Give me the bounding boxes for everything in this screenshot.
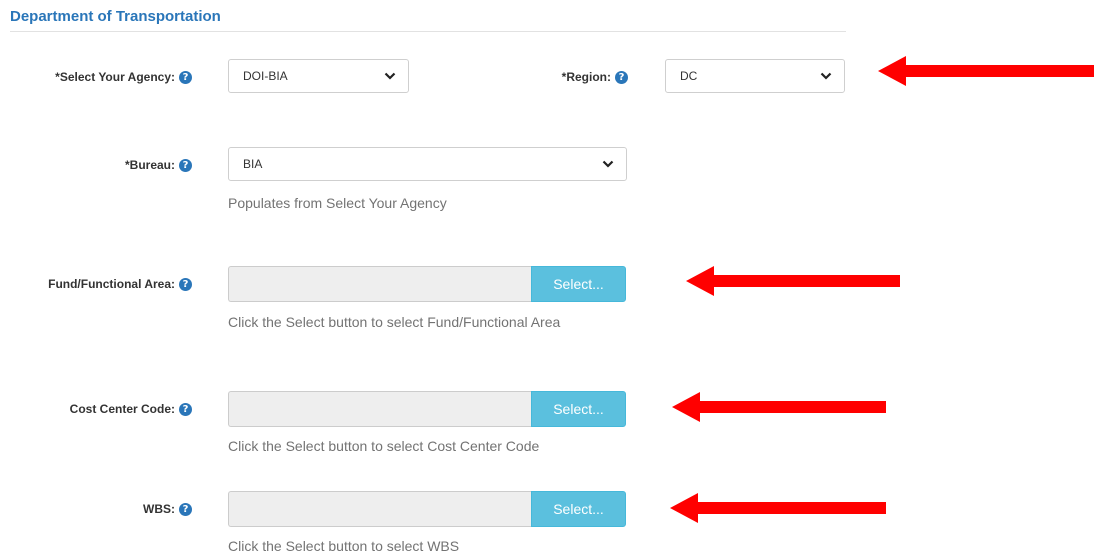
question-circle-icon[interactable]: ? [179,70,192,84]
cost-center-select-button[interactable]: Select... [531,391,626,427]
cost-center-input[interactable] [228,391,531,427]
bureau-label-text: *Bureau: [124,158,175,172]
fund-area-help-text: Click the Select button to select Fund/F… [228,314,561,330]
cost-center-label-text: Cost Center Code: [69,402,175,416]
agency-label-text: *Select Your Agency: [55,70,175,84]
wbs-field: Select... [228,491,626,527]
wbs-select-button[interactable]: Select... [531,491,626,527]
question-circle-icon[interactable]: ? [615,70,628,84]
bureau-select-value: BIA [243,157,263,171]
region-label: *Region: ? [562,67,628,87]
agency-label: *Select Your Agency: ? [55,67,192,87]
bureau-select[interactable]: BIA [228,147,627,181]
question-circle-icon[interactable]: ? [179,402,192,416]
fund-area-select-button[interactable]: Select... [531,266,626,302]
cost-center-help-text: Click the Select button to select Cost C… [228,438,540,454]
question-circle-icon[interactable]: ? [179,277,192,291]
agency-select[interactable]: DOI-BIA [228,59,409,93]
red-arrow-icon [670,493,886,523]
wbs-label: WBS: ? [143,499,192,519]
fund-area-label: Fund/Functional Area: ? [48,274,192,294]
wbs-input[interactable] [228,491,531,527]
region-select-value: DC [680,69,698,83]
region-select[interactable]: DC [665,59,845,93]
region-label-text: *Region: [561,70,611,84]
wbs-label-text: WBS: [143,502,175,516]
bureau-label: *Bureau: ? [125,155,192,175]
cost-center-label: Cost Center Code: ? [70,399,192,419]
red-arrow-icon [672,392,886,422]
chevron-down-icon [820,72,832,80]
red-arrow-icon [686,266,900,296]
question-circle-icon[interactable]: ? [179,502,192,516]
cost-center-field: Select... [228,391,626,427]
agency-select-value: DOI-BIA [243,69,288,83]
fund-area-label-text: Fund/Functional Area: [48,277,175,291]
chevron-down-icon [602,160,614,168]
bureau-help-text: Populates from Select Your Agency [228,195,447,211]
fund-area-field: Select... [228,266,626,302]
fund-area-input[interactable] [228,266,531,302]
section-divider [10,31,846,32]
section-title: Department of Transportation [10,8,221,25]
question-circle-icon[interactable]: ? [179,158,192,172]
red-arrow-icon [878,56,1094,86]
chevron-down-icon [384,72,396,80]
